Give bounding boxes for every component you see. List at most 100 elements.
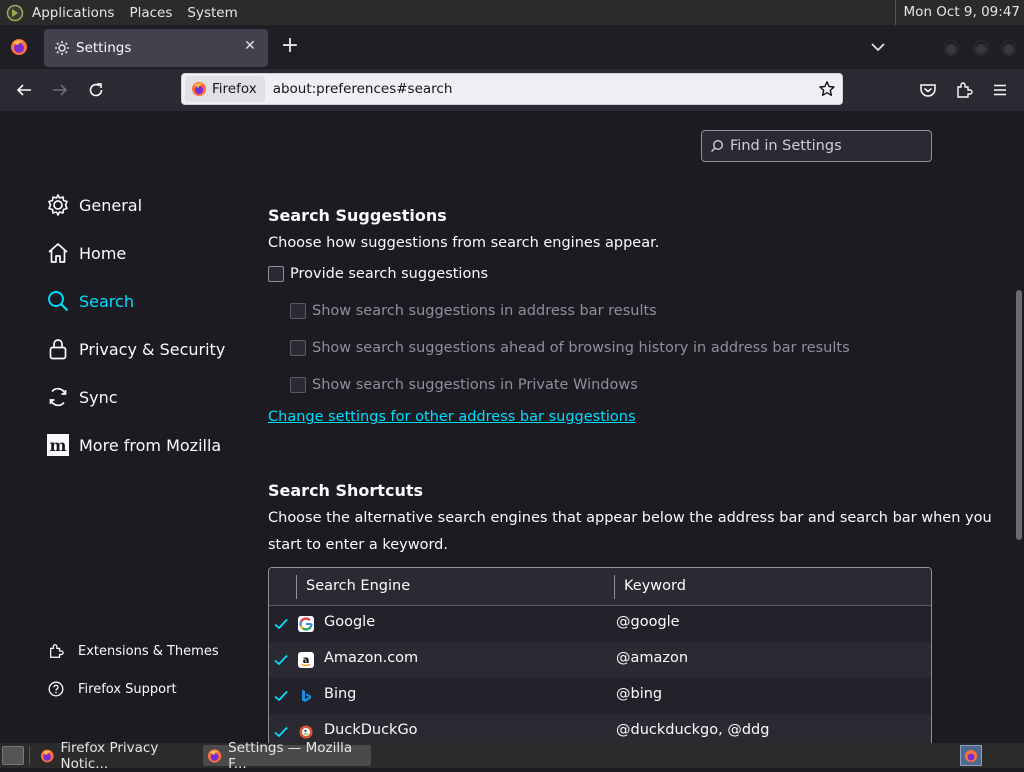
category-label: More from Mozilla: [79, 435, 222, 455]
workspace-switcher[interactable]: [960, 745, 982, 766]
app-menu-button[interactable]: [990, 80, 1010, 100]
svg-text:m: m: [50, 436, 67, 455]
column-divider: [614, 575, 615, 599]
engine-keyword[interactable]: @amazon: [616, 650, 688, 666]
extensions-button[interactable]: [954, 80, 974, 100]
search-suggestions-description: Choose how suggestions from search engin…: [268, 235, 660, 251]
task-label: Firefox Privacy Notic...: [60, 739, 159, 772]
search-shortcuts-description-line2: start to enter a keyword.: [268, 537, 448, 553]
puzzle-icon: [47, 642, 65, 660]
category-search[interactable]: Search: [45, 286, 134, 316]
checkmark-icon[interactable]: [273, 688, 289, 704]
engine-name: DuckDuckGo: [324, 722, 418, 738]
back-arrow-icon: [16, 84, 31, 96]
lock-icon: [45, 336, 71, 362]
suggestions-in-address-bar-checkbox[interactable]: Show search suggestions in address bar r…: [290, 303, 657, 319]
help-icon: [47, 680, 65, 698]
gnome-menu-icon[interactable]: [4, 2, 26, 24]
chevron-down-icon[interactable]: [870, 39, 886, 55]
footer-label: Extensions & Themes: [78, 643, 219, 659]
category-label: General: [79, 195, 143, 215]
close-tab-icon[interactable]: ✕: [242, 38, 258, 54]
search-shortcuts-description-line1: Choose the alternative search engines th…: [268, 510, 992, 526]
page-scrollbar[interactable]: [1016, 290, 1022, 540]
identity-box[interactable]: Firefox: [185, 76, 265, 102]
table-row[interactable]: Google @google: [269, 606, 931, 642]
close-window-button[interactable]: [1001, 40, 1017, 56]
checkmark-icon[interactable]: [273, 652, 289, 668]
checkmark-icon[interactable]: [273, 616, 289, 632]
back-button[interactable]: [14, 80, 34, 100]
provide-suggestions-checkbox[interactable]: Provide search suggestions: [268, 266, 488, 282]
places-menu[interactable]: Places: [129, 5, 181, 21]
column-header-search-engine[interactable]: Search Engine: [306, 578, 410, 594]
tab-title: Settings: [76, 40, 132, 56]
category-label: Home: [79, 243, 127, 263]
divider: [29, 746, 30, 765]
bookmark-star-icon[interactable]: [818, 80, 836, 98]
category-sync[interactable]: Sync: [45, 382, 118, 412]
maximize-button[interactable]: [973, 40, 989, 56]
engine-name: Google: [324, 614, 376, 630]
checkbox[interactable]: [290, 377, 306, 393]
gear-icon: [55, 41, 69, 55]
home-icon: [45, 240, 71, 266]
gear-icon: [45, 192, 71, 218]
identity-label: Firefox: [212, 81, 257, 97]
applications-menu[interactable]: Applications: [32, 5, 123, 21]
checkbox[interactable]: [290, 340, 306, 356]
taskbar: Firefox Privacy Notic... Settings — Mozi…: [0, 740, 1024, 772]
column-divider: [296, 575, 297, 599]
pocket-button[interactable]: [918, 80, 938, 100]
firefox-view-icon[interactable]: [9, 37, 29, 57]
checkbox[interactable]: [268, 266, 284, 282]
suggestions-private-windows-checkbox[interactable]: Show search suggestions in Private Windo…: [290, 377, 638, 393]
clock[interactable]: Mon Oct 9, 09:47: [894, 0, 1020, 25]
engine-keyword[interactable]: @bing: [616, 686, 662, 702]
bing-icon: [298, 688, 314, 704]
minimize-button[interactable]: [943, 40, 959, 56]
category-more-from-mozilla[interactable]: m More from Mozilla: [45, 430, 221, 460]
mozilla-icon: m: [45, 432, 71, 458]
column-header-keyword[interactable]: Keyword: [624, 578, 686, 594]
checkbox[interactable]: [290, 303, 306, 319]
checkbox-label: Show search suggestions in Private Windo…: [312, 377, 638, 393]
new-tab-icon[interactable]: +: [280, 35, 300, 57]
firefox-icon: [965, 750, 977, 762]
duckduckgo-icon: [298, 724, 314, 740]
category-home[interactable]: Home: [45, 238, 126, 268]
address-bar[interactable]: Firefox about:preferences#search: [181, 73, 843, 105]
pocket-icon: [920, 84, 936, 97]
category-privacy-security[interactable]: Privacy & Security: [45, 334, 225, 364]
category-label: Search: [79, 291, 134, 311]
forward-button[interactable]: [50, 80, 70, 100]
table-row[interactable]: a Amazon.com @amazon: [269, 642, 931, 678]
checkbox-label: Show search suggestions ahead of browsin…: [312, 340, 850, 356]
find-placeholder: Find in Settings: [730, 138, 842, 154]
taskbar-item-privacy-notice[interactable]: Firefox Privacy Notic...: [36, 740, 200, 772]
url-text[interactable]: about:preferences#search: [273, 81, 453, 97]
svg-text:a: a: [303, 655, 310, 666]
search-engines-table: Search Engine Keyword Google @google a A…: [268, 567, 932, 743]
find-in-settings-input[interactable]: Find in Settings: [701, 130, 932, 162]
engine-keyword[interactable]: @duckduckgo, @ddg: [616, 722, 769, 738]
extensions-themes-link[interactable]: Extensions & Themes: [47, 640, 219, 662]
checkmark-icon[interactable]: [273, 724, 289, 740]
reload-button[interactable]: [86, 80, 106, 100]
show-desktop-button[interactable]: [2, 746, 24, 765]
tab-settings[interactable]: Settings ✕: [44, 29, 268, 67]
settings-page: Find in Settings General Home Search Pri…: [0, 111, 1024, 743]
engine-keyword[interactable]: @google: [616, 614, 680, 630]
google-icon: [298, 616, 314, 632]
firefox-icon: [207, 748, 222, 763]
category-general[interactable]: General: [45, 190, 142, 220]
forward-arrow-icon: [53, 84, 68, 96]
firefox-support-link[interactable]: Firefox Support: [47, 678, 177, 700]
suggestions-ahead-of-history-checkbox[interactable]: Show search suggestions ahead of browsin…: [290, 340, 850, 356]
system-menu[interactable]: System: [187, 5, 246, 21]
search-suggestions-heading: Search Suggestions: [268, 206, 447, 225]
table-row[interactable]: Bing @bing: [269, 678, 931, 714]
table-row[interactable]: DuckDuckGo @duckduckgo, @ddg: [269, 714, 931, 743]
taskbar-item-settings[interactable]: Settings — Mozilla F...: [203, 740, 371, 772]
address-bar-suggestions-link[interactable]: Change settings for other address bar su…: [268, 409, 636, 425]
